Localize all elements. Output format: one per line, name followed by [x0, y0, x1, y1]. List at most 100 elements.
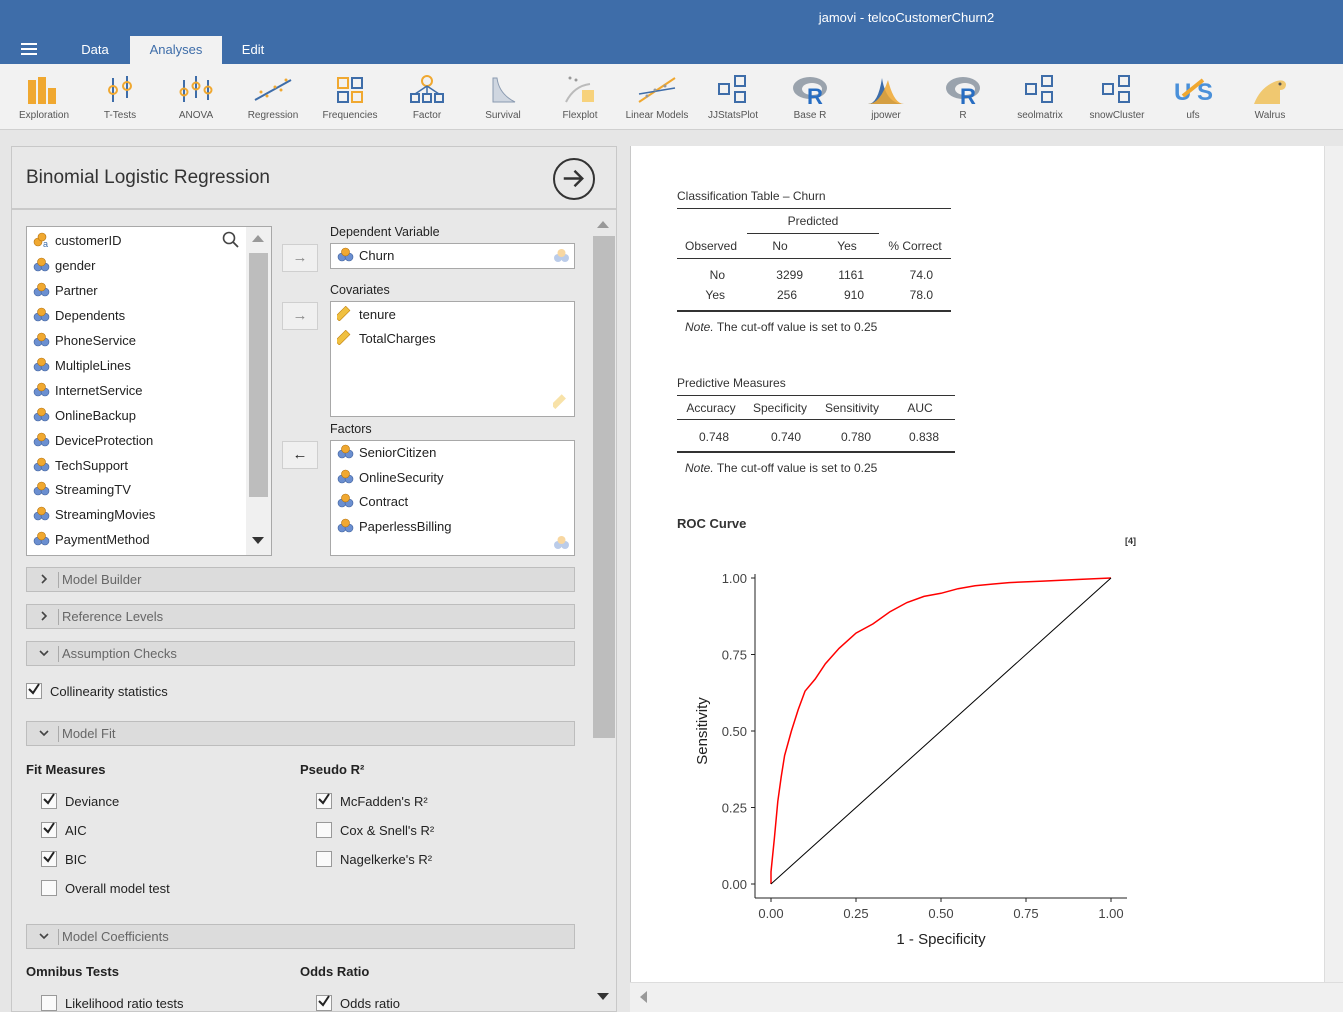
ribbon-linear-models-button[interactable]: Linear Models — [619, 64, 695, 130]
deviance-checkbox[interactable]: Deviance — [41, 792, 241, 812]
ribbon-r-button[interactable]: R R — [925, 64, 1001, 130]
t-tests-icon — [108, 76, 132, 102]
ribbon-base-r-button[interactable]: R Base R — [772, 64, 848, 130]
aic-checkbox[interactable]: AIC — [41, 821, 241, 841]
ribbon-exploration-button[interactable]: Exploration — [6, 64, 82, 130]
list-item[interactable]: InternetService — [33, 380, 142, 402]
list-item[interactable]: StreamingMovies — [33, 504, 155, 526]
list-item[interactable]: Dependents — [33, 305, 125, 327]
list-item[interactable]: Partner — [33, 280, 98, 302]
search-icon[interactable] — [222, 231, 240, 254]
column-header: % Correct — [888, 239, 942, 253]
variable-list[interactable]: a customerID gender Partner Dependents Ph… — [26, 226, 272, 556]
nominal-variable-icon — [33, 432, 50, 447]
ribbon-frequencies-button[interactable]: Frequencies — [312, 64, 388, 130]
scroll-thumb[interactable] — [593, 236, 615, 738]
jjstatsplot-icon — [718, 75, 746, 103]
list-item[interactable]: PaperlessBilling — [337, 516, 452, 538]
move-to-covariates-button[interactable]: → — [282, 302, 318, 330]
ribbon-snowcluster-button[interactable]: snowCluster — [1079, 64, 1155, 130]
list-item[interactable]: TechSupport — [33, 455, 128, 477]
seolmatrix-icon — [1025, 75, 1053, 103]
list-item[interactable]: SeniorCitizen — [337, 442, 436, 464]
nagelkerke-r2-checkbox[interactable]: Nagelkerke's R² — [316, 850, 516, 870]
table-cell: 78.0 — [909, 288, 933, 302]
walrus-icon — [1254, 80, 1286, 104]
model-fit-section[interactable]: Model Fit — [26, 721, 575, 746]
variable-list-scrollbar[interactable] — [246, 227, 271, 555]
ribbon-flexplot-button[interactable]: Flexplot — [542, 64, 618, 130]
hamburger-menu-icon[interactable] — [21, 43, 37, 55]
list-item[interactable]: TotalCharges — [334, 328, 436, 350]
tab-analyses[interactable]: Analyses — [130, 36, 222, 64]
checkmark-icon — [43, 793, 55, 805]
list-item[interactable]: MultipleLines — [33, 355, 131, 377]
list-item[interactable]: DeviceProtection — [33, 430, 153, 452]
scroll-down-icon[interactable] — [597, 993, 609, 1000]
base-r-icon: R — [793, 77, 827, 106]
table-cell: 0.780 — [840, 430, 871, 444]
factors-box[interactable]: SeniorCitizen OnlineSecurity Contract Pa… — [330, 440, 575, 556]
pseudo-r2-heading: Pseudo R² — [300, 762, 365, 777]
close-options-button[interactable] — [553, 158, 595, 200]
list-item[interactable]: OnlineBackup — [33, 405, 136, 427]
ribbon-survival-button[interactable]: Survival — [465, 64, 541, 130]
bic-checkbox[interactable]: BIC — [41, 850, 241, 870]
ribbon-t-tests-button[interactable]: T-Tests — [82, 64, 158, 130]
move-to-dependent-button[interactable]: → — [282, 244, 318, 272]
frequencies-icon — [337, 77, 363, 103]
odds-ratio-heading: Odds Ratio — [300, 964, 370, 979]
scroll-up-icon[interactable] — [597, 221, 609, 228]
factors-label: Factors — [330, 422, 372, 436]
results-vertical-scrollbar[interactable] — [1324, 146, 1343, 982]
table-cell: No — [709, 268, 725, 282]
list-item[interactable]: Contract — [337, 491, 408, 513]
nominal-text-variable-icon: a — [33, 232, 50, 249]
model-coefficients-section[interactable]: Model Coefficients — [26, 924, 575, 949]
list-item[interactable]: gender — [33, 255, 95, 277]
ribbon-regression-button[interactable]: Regression — [235, 64, 311, 130]
chevron-right-icon — [41, 574, 48, 584]
tab-edit[interactable]: Edit — [222, 36, 284, 64]
scroll-down-icon[interactable] — [252, 537, 264, 544]
ribbon-jjstatsplot-button[interactable]: JJStatsPlot — [695, 64, 771, 130]
ribbon-factor-button[interactable]: Factor — [389, 64, 465, 130]
cox-snell-r2-checkbox[interactable]: Cox & Snell's R² — [316, 821, 516, 841]
ribbon-seolmatrix-button[interactable]: seolmatrix — [1002, 64, 1078, 130]
assumption-checks-section[interactable]: Assumption Checks — [26, 641, 575, 666]
chevron-down-icon — [39, 730, 49, 737]
nominal-variable-icon — [33, 531, 50, 546]
overall-model-test-checkbox[interactable]: Overall model test — [41, 879, 241, 899]
ribbon-anova-button[interactable]: ANOVA — [158, 64, 234, 130]
tab-data[interactable]: Data — [62, 36, 128, 64]
ribbon-jpower-button[interactable]: jpower — [848, 64, 924, 130]
predictive-measures-title: Predictive Measures — [677, 376, 786, 390]
list-item[interactable]: PaymentMethod — [33, 529, 150, 551]
model-builder-section[interactable]: Model Builder — [26, 567, 575, 592]
ribbon-walrus-button[interactable]: Walrus — [1232, 64, 1308, 130]
options-scrollbar[interactable] — [592, 214, 616, 1011]
list-item[interactable]: PhoneService — [33, 330, 136, 352]
scroll-up-icon[interactable] — [252, 235, 264, 242]
covariates-box[interactable]: tenure TotalCharges — [330, 301, 575, 417]
svg-text:R: R — [960, 84, 976, 106]
ribbon-ufs-button[interactable]: US ufs — [1155, 64, 1231, 130]
move-to-factors-button[interactable]: ← — [282, 441, 318, 469]
list-item[interactable]: StreamingTV — [33, 479, 131, 501]
list-item[interactable]: OnlineSecurity — [337, 467, 444, 489]
list-item[interactable]: Churn — [337, 245, 394, 267]
collinearity-checkbox[interactable]: Collinearity statistics — [26, 682, 226, 702]
table-cell: 3299 — [776, 268, 803, 282]
list-item[interactable]: tenure — [334, 304, 396, 326]
mcfadden-r2-checkbox[interactable]: McFadden's R² — [316, 792, 516, 812]
dependent-variable-box[interactable]: Churn — [330, 243, 575, 269]
likelihood-ratio-tests-checkbox[interactable]: Likelihood ratio tests — [41, 994, 241, 1011]
list-item[interactable]: a customerID — [33, 230, 121, 252]
nominal-variable-icon — [33, 382, 50, 397]
odds-ratio-checkbox[interactable]: Odds ratio — [316, 994, 516, 1011]
classification-table-title: Classification Table – Churn — [677, 189, 826, 203]
reference-levels-section[interactable]: Reference Levels — [26, 604, 575, 629]
scroll-thumb[interactable] — [249, 253, 268, 497]
scroll-left-icon[interactable] — [640, 991, 647, 1003]
results-horizontal-scrollbar[interactable] — [630, 982, 1343, 1012]
